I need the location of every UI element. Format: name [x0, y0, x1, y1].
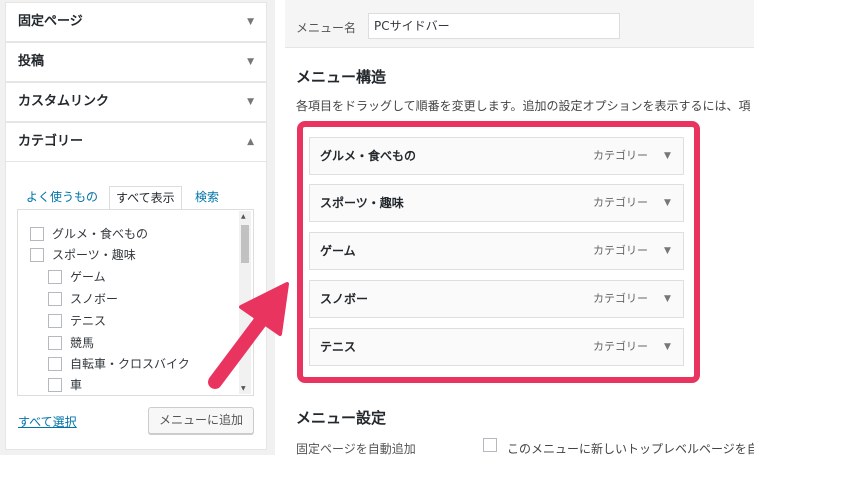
- annotation-arrow-icon: [208, 282, 289, 389]
